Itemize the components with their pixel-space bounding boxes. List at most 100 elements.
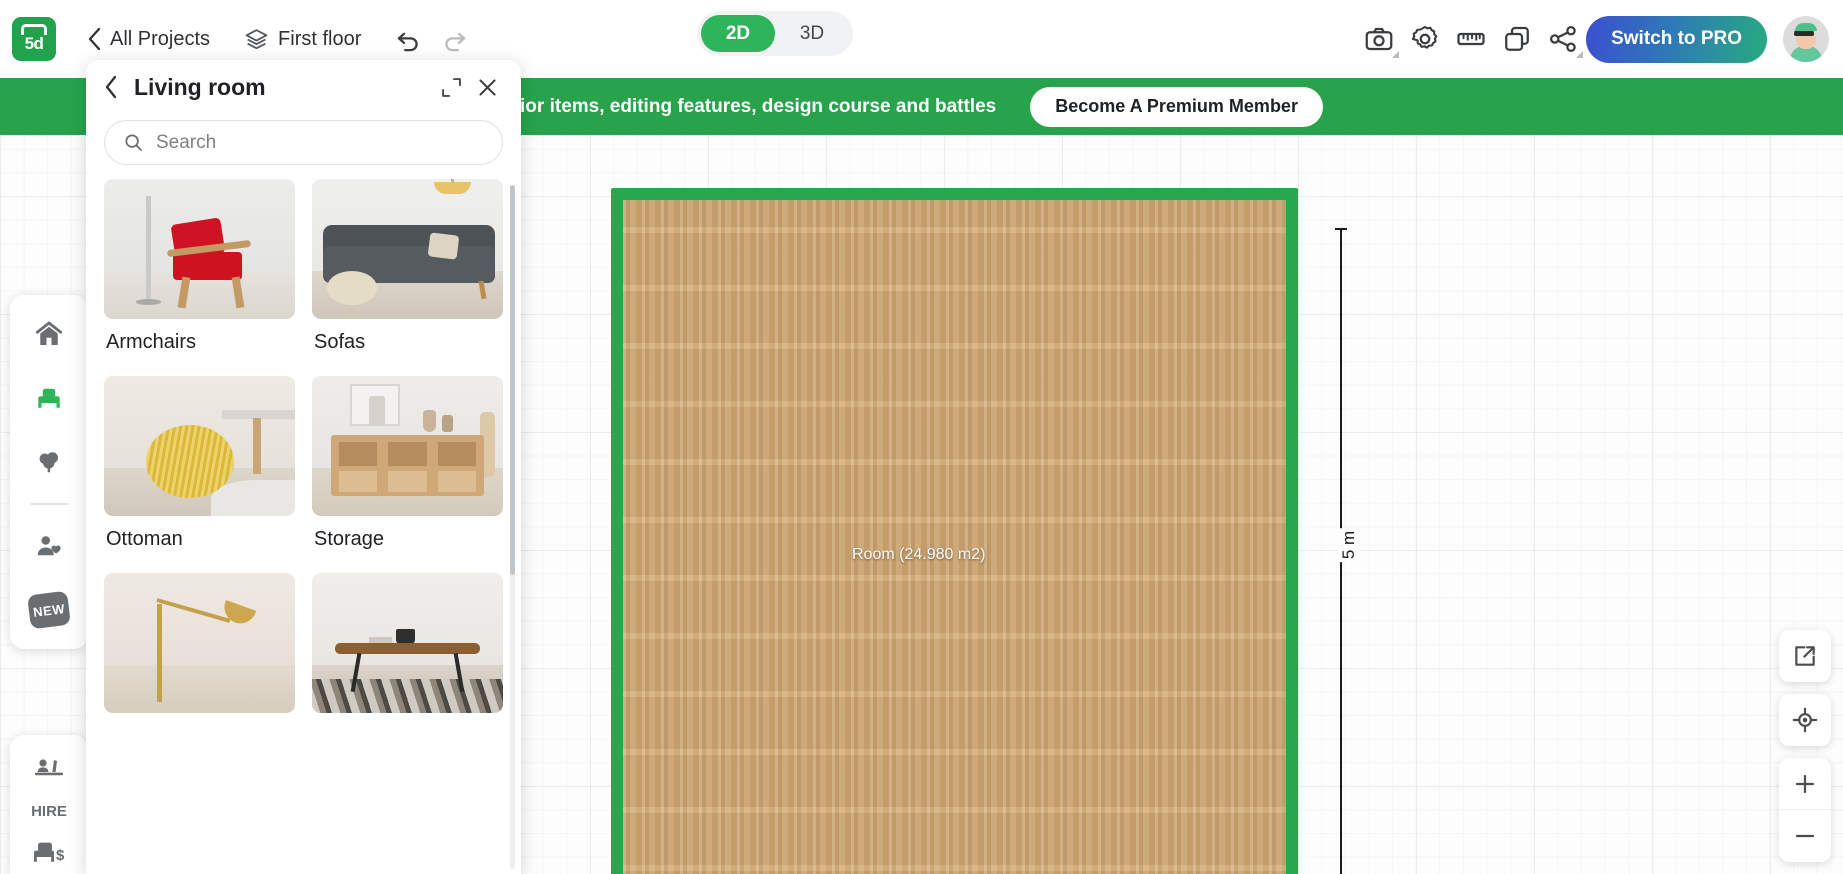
storage-photo	[312, 376, 503, 516]
redo-icon	[445, 32, 466, 51]
camera-icon	[1365, 27, 1393, 51]
furniture-icon	[38, 388, 60, 408]
catalog-back-button[interactable]	[104, 75, 118, 99]
camera-button[interactable]	[1356, 16, 1402, 62]
close-panel-button[interactable]	[469, 69, 505, 105]
category-card-ottoman[interactable]: Ottoman	[104, 376, 295, 559]
expand-icon	[441, 77, 461, 97]
category-label	[104, 713, 295, 733]
new-badge: NEW	[27, 590, 71, 630]
category-label: Storage	[314, 528, 385, 550]
armchair-photo	[104, 179, 295, 319]
gear-icon	[1412, 25, 1438, 49]
sofa-scene	[312, 179, 503, 319]
minus-icon	[1795, 834, 1815, 838]
open-external-icon	[1795, 646, 1815, 666]
svg-text:$: $	[56, 847, 65, 864]
sidebar-item-furniture[interactable]	[22, 375, 76, 421]
user-avatar[interactable]	[1783, 16, 1829, 62]
switch-to-pro-button[interactable]: Switch to PRO	[1586, 15, 1767, 63]
settings-button[interactable]	[1402, 16, 1448, 62]
category-card-sofas[interactable]: Sofas	[312, 179, 503, 362]
zoom-controls	[1779, 758, 1831, 862]
ottoman-scene	[104, 376, 295, 516]
category-card-storage[interactable]: Storage	[312, 376, 503, 559]
sidebar-item-outdoor[interactable]	[22, 439, 76, 485]
person-heart-icon	[37, 536, 61, 556]
home-icon	[35, 321, 63, 345]
catalog-search-box[interactable]	[104, 120, 503, 165]
undo-button[interactable]	[385, 16, 431, 62]
armchair-scene	[104, 179, 295, 319]
recenter-button[interactable]	[1779, 694, 1831, 746]
canvas-controls	[1779, 630, 1831, 862]
category-label: Sofas	[314, 331, 366, 353]
catalog-scrollbar[interactable]	[510, 185, 515, 869]
floor-selector[interactable]: First floor	[234, 15, 371, 63]
search-icon	[125, 134, 142, 151]
tab-2d[interactable]: 2D	[701, 15, 775, 52]
category-card-floor-lamp[interactable]	[104, 573, 295, 733]
fullscreen-button[interactable]	[1779, 630, 1831, 682]
tree-icon	[39, 452, 58, 473]
app-root: Room (24.980 m2) 5 m 5d All Projects Fir…	[0, 0, 1843, 874]
crosshair-icon	[1792, 707, 1818, 733]
category-card-coffee-table[interactable]	[312, 573, 503, 733]
category-label: Armchairs	[106, 331, 197, 353]
chevron-left-icon	[105, 75, 117, 99]
room-area-label: Room (24.980 m2)	[852, 546, 986, 563]
sidebar-item-home[interactable]	[22, 311, 76, 357]
all-projects-button[interactable]: All Projects	[78, 15, 220, 63]
dimension-label: 5 m	[1337, 527, 1362, 563]
promo-banner-text: ior items, editing features, design cour…	[520, 95, 997, 117]
floor-lamp-scene	[104, 573, 295, 713]
tab-3d[interactable]: 3D	[775, 15, 849, 52]
floor-label: First floor	[278, 27, 362, 50]
redo-button[interactable]	[431, 16, 477, 62]
undo-icon	[397, 32, 418, 51]
catalog-grid-scroll[interactable]: Armchairs Sofas Ottoman Storage	[86, 179, 521, 874]
all-projects-label: All Projects	[110, 27, 211, 50]
coffee-table-photo	[312, 573, 503, 713]
app-logo[interactable]: 5d	[12, 17, 56, 61]
catalog-panel: Living room Search Armchairs Sofas Ottom…	[86, 60, 521, 874]
floor-lamp-photo	[104, 573, 295, 713]
sofa-photo	[312, 179, 503, 319]
share-button[interactable]	[1540, 16, 1586, 62]
copy-icon	[1505, 26, 1529, 51]
hire-label: HIRE	[31, 803, 67, 820]
category-card-armchairs[interactable]: Armchairs	[104, 179, 295, 362]
hire-icon	[35, 759, 63, 776]
ruler-icon	[1457, 32, 1485, 46]
ottoman-photo	[104, 376, 295, 516]
furniture-price-icon: $	[34, 842, 65, 864]
search-input[interactable]	[156, 131, 484, 154]
avatar-cap	[1795, 23, 1817, 31]
chevron-left-icon	[88, 28, 101, 50]
layers-icon	[245, 28, 268, 49]
room-floor[interactable]	[623, 200, 1286, 874]
logo-text: 5d	[24, 34, 44, 53]
hire-button[interactable]	[22, 747, 76, 793]
category-label	[312, 713, 503, 733]
sidebar-item-new[interactable]: NEW	[22, 587, 76, 633]
plus-icon	[1795, 774, 1815, 793]
zoom-out-button[interactable]	[1779, 810, 1831, 862]
left-bottom-rail: HIRE $ $7.8K	[10, 735, 88, 874]
share-icon	[1550, 26, 1576, 53]
view-mode-toggle[interactable]: 2D 3D	[697, 11, 853, 56]
duplicate-button[interactable]	[1494, 16, 1540, 62]
rail-divider	[30, 503, 68, 505]
storage-scene	[312, 376, 503, 516]
catalog-grid: Armchairs Sofas Ottoman Storage	[104, 179, 503, 733]
measure-button[interactable]	[1448, 16, 1494, 62]
become-premium-button[interactable]: Become A Premium Member	[1030, 86, 1323, 127]
coffee-table-scene	[312, 573, 503, 713]
expand-panel-button[interactable]	[433, 69, 469, 105]
left-tool-rail: NEW	[10, 295, 88, 649]
catalog-scrollbar-thumb[interactable]	[510, 185, 515, 575]
zoom-in-button[interactable]	[1779, 758, 1831, 810]
sidebar-item-community[interactable]	[22, 523, 76, 569]
budget-button[interactable]: $	[22, 830, 76, 874]
catalog-search-wrapper	[86, 114, 521, 179]
